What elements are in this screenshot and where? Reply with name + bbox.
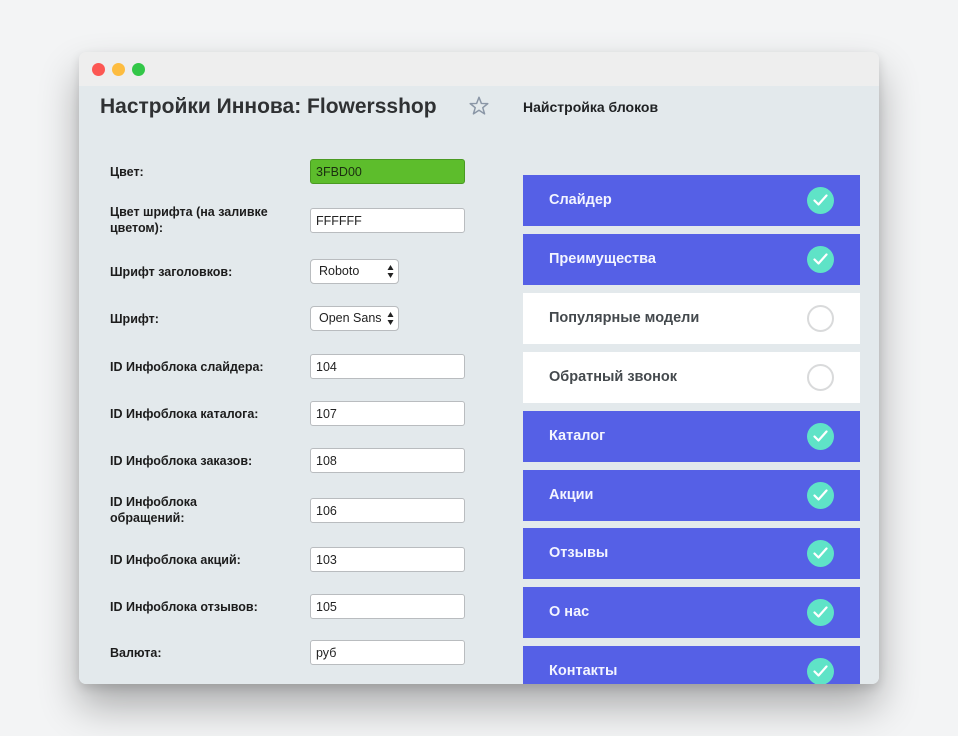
font-select-value: Open Sans [319,311,382,325]
select-arrows-icon [387,312,394,325]
catalog-iblock-id-label: ID Инфоблока каталога: [110,407,259,421]
currency-label: Валюта: [110,646,162,660]
slider-iblock-id-label: ID Инфоблока слайдера: [110,360,264,374]
slider-iblock-id-input[interactable] [310,354,465,379]
empty-circle-icon[interactable] [807,305,834,332]
block-item-label: Популярные модели [549,310,700,326]
color-input[interactable] [310,159,465,184]
block-item[interactable]: Слайдер [523,175,860,226]
promos-iblock-id-input[interactable] [310,547,465,572]
block-item-label: Каталог [549,428,606,444]
font-color-label: Цвет шрифта (на заливке цветом): [110,205,268,235]
title-bar [79,52,879,86]
block-item[interactable]: О нас [523,587,860,638]
reviews-iblock-id-label: ID Инфоблока отзывов: [110,600,258,614]
font-color-input[interactable] [310,208,465,233]
checkmark-icon[interactable] [807,423,834,450]
heading-font-label: Шрифт заголовков: [110,265,233,279]
settings-page: Настройки Иннова: Flowersshop Найстройка… [79,86,879,684]
heading-font-select[interactable]: Roboto [310,259,399,284]
star-icon[interactable] [468,95,490,117]
block-item-label: Преимущества [549,251,656,267]
checkmark-icon[interactable] [807,482,834,509]
checkmark-icon[interactable] [807,187,834,214]
color-label: Цвет: [110,165,144,179]
block-item[interactable]: Отзывы [523,528,860,579]
select-arrows-icon [387,265,394,278]
zoom-window-button[interactable] [132,63,145,76]
block-item[interactable]: Контакты [523,646,860,684]
requests-iblock-id-label: ID Инфоблока обращений: [110,495,197,525]
close-window-button[interactable] [92,63,105,76]
orders-iblock-id-input[interactable] [310,448,465,473]
checkmark-icon[interactable] [807,246,834,273]
empty-circle-icon[interactable] [807,364,834,391]
block-item[interactable]: Преимущества [523,234,860,285]
block-item[interactable]: Обратный звонок [523,352,860,403]
block-item-label: Акции [549,487,594,503]
heading-font-select-value: Roboto [319,264,360,278]
page-title: Настройки Иннова: Flowersshop [100,95,437,118]
block-item[interactable]: Акции [523,470,860,521]
catalog-iblock-id-input[interactable] [310,401,465,426]
blocks-section-title: Найстройка блоков [523,99,659,115]
orders-iblock-id-label: ID Инфоблока заказов: [110,454,253,468]
currency-input[interactable] [310,640,465,665]
promos-iblock-id-label: ID Инфоблока акций: [110,553,241,567]
block-item[interactable]: Каталог [523,411,860,462]
checkmark-icon[interactable] [807,658,834,684]
app-window: Настройки Иннова: Flowersshop Найстройка… [79,52,879,684]
block-item-label: Обратный звонок [549,369,678,385]
block-item-label: Слайдер [549,192,612,208]
block-item-label: Отзывы [549,545,609,561]
checkmark-icon[interactable] [807,599,834,626]
block-item-label: О нас [549,604,590,620]
minimize-window-button[interactable] [112,63,125,76]
block-item[interactable]: Популярные модели [523,293,860,344]
checkmark-icon[interactable] [807,540,834,567]
requests-iblock-id-input[interactable] [310,498,465,523]
font-select[interactable]: Open Sans [310,306,399,331]
block-item-label: Контакты [549,663,618,679]
font-label: Шрифт: [110,312,159,326]
reviews-iblock-id-input[interactable] [310,594,465,619]
